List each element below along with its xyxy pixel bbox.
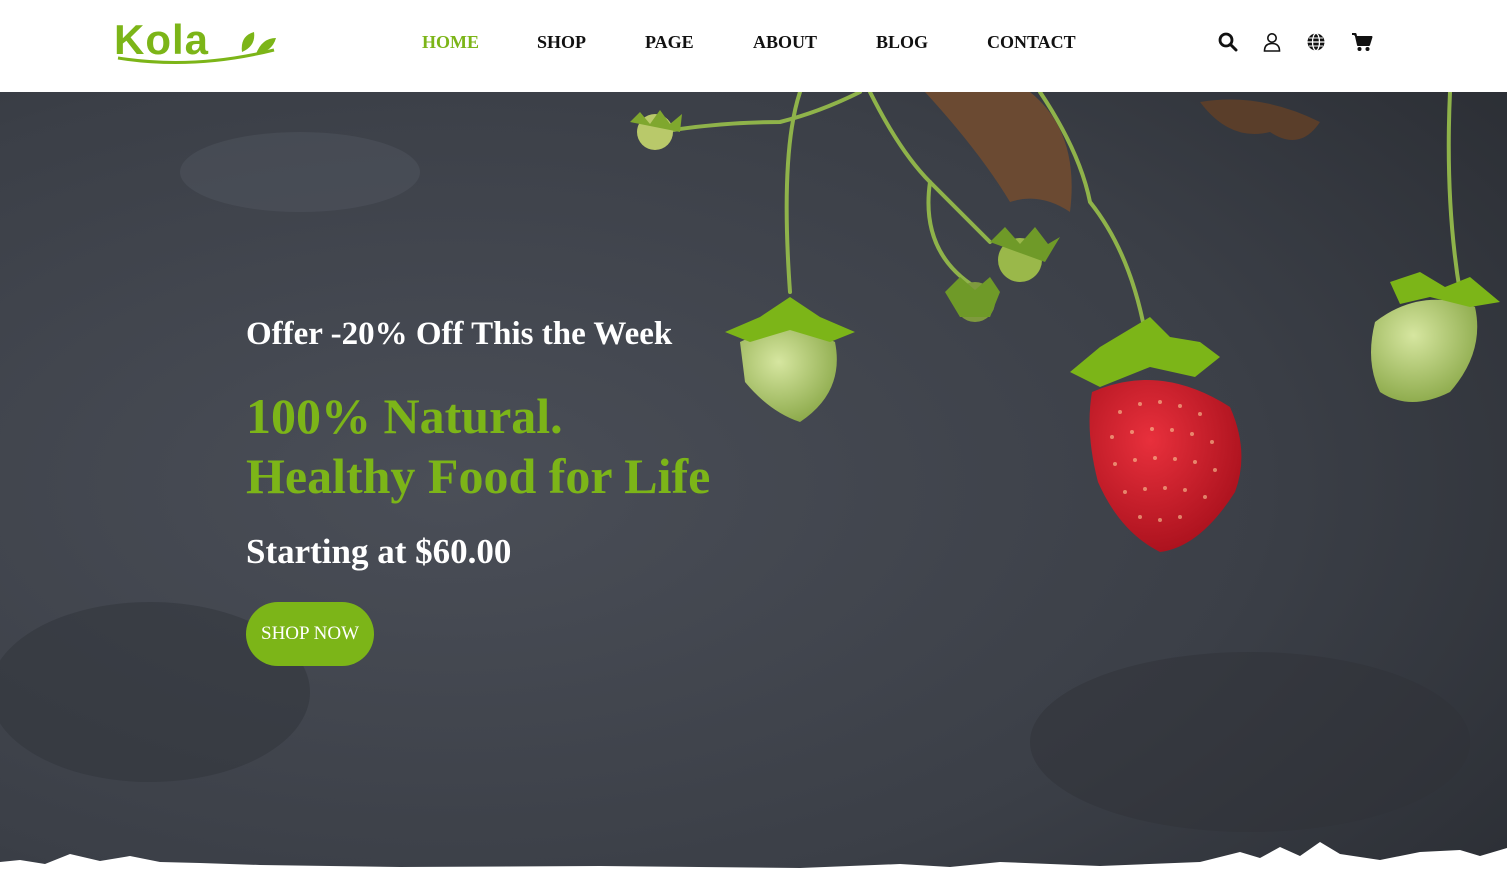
logo[interactable]: Kola: [114, 14, 279, 66]
starting-price: Starting at $60.00: [246, 532, 512, 571]
search-icon[interactable]: [1214, 28, 1242, 56]
nav-page[interactable]: PAGE: [645, 30, 694, 54]
hero-headline-line2: Healthy Food for Life: [246, 448, 711, 504]
nav-blog[interactable]: BLOG: [876, 30, 928, 54]
site-header: Kola HOME SHOP PAGE ABOUT BLOG CONTACT: [0, 0, 1507, 92]
hero-banner: Offer -20% Off This the Week 100% Natura…: [0, 92, 1507, 879]
nav-shop[interactable]: SHOP: [537, 30, 586, 54]
shop-now-button[interactable]: SHOP NOW: [246, 602, 374, 666]
hero-background-image: [0, 92, 1507, 879]
hero-headline-line1: 100% Natural.: [246, 388, 563, 444]
user-icon[interactable]: [1258, 28, 1286, 56]
globe-icon[interactable]: [1302, 28, 1330, 56]
nav-contact[interactable]: CONTACT: [987, 30, 1076, 54]
leaf-icon: [117, 32, 276, 64]
offer-text: Offer -20% Off This the Week: [246, 316, 673, 352]
cart-icon[interactable]: [1348, 28, 1376, 56]
nav-about[interactable]: ABOUT: [753, 30, 817, 54]
nav-home[interactable]: HOME: [422, 30, 479, 54]
